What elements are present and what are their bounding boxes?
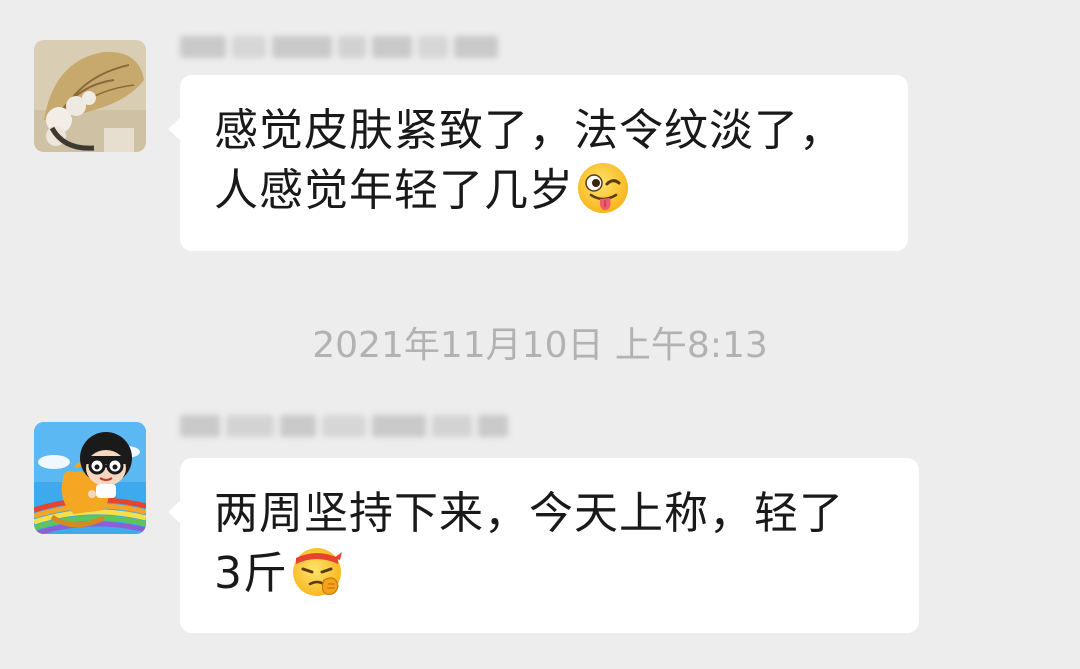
message-text-span: 3斤 (214, 548, 288, 599)
message-text-line: 感觉皮肤紧致了，法令纹淡了， (214, 105, 844, 156)
sender-avatar-2[interactable] (34, 422, 146, 534)
sender-avatar-1[interactable] (34, 40, 146, 152)
message-text-line: 3斤 (214, 544, 883, 604)
message-bubble-2[interactable]: 两周坚持下来，今天上称，轻了 3斤 (168, 458, 919, 633)
sender-name-1-redacted (180, 34, 498, 60)
winking-tongue-emoji-icon (578, 163, 628, 213)
mushroom-photo-avatar-icon (34, 40, 146, 152)
sender-name-2-redacted (180, 413, 508, 439)
cartoon-girl-avatar-icon (34, 422, 146, 534)
chat-view: 感觉皮肤紧致了，法令纹淡了， 人感觉年轻了几岁 2021年11月10日 上午8:… (0, 0, 1080, 669)
message-timestamp: 2021年11月10日 上午8:13 (312, 325, 768, 366)
message-text-line: 两周坚持下来，今天上称，轻了 (214, 488, 844, 539)
message-text-line: 人感觉年轻了几岁 (214, 161, 872, 221)
message-text-span: 人感觉年轻了几岁 (214, 165, 574, 216)
message-bubble-1[interactable]: 感觉皮肤紧致了，法令纹淡了， 人感觉年轻了几岁 (168, 75, 908, 251)
determined-headband-emoji-icon (293, 548, 342, 596)
